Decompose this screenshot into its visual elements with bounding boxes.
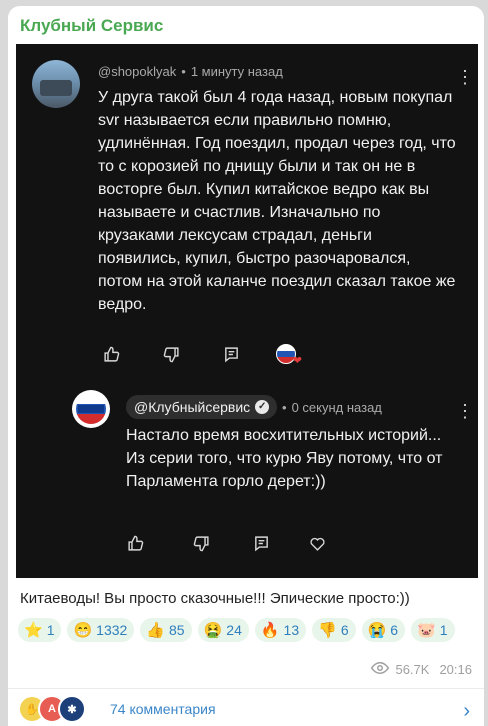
grin-icon: 😁: [73, 621, 93, 639]
logo-band: [78, 405, 104, 413]
reply-author: @Клубныйсервис: [134, 399, 251, 415]
message-card: Клубный Сервис @shopoklyak • 1 минуту наза…: [8, 6, 484, 726]
comment-meta: @shopoklyak • 1 минуту назад: [98, 64, 283, 79]
verified-check-icon: ✓: [255, 400, 270, 414]
reaction-count: 13: [283, 622, 300, 638]
meta-separator: •: [282, 400, 287, 415]
reply-meta: • 0 секунд назад: [282, 400, 382, 415]
reply-actions: [126, 534, 326, 552]
thumbs-up-icon: 👍: [146, 621, 166, 639]
pig-icon: 🐷: [417, 621, 436, 639]
comment-author[interactable]: @shopoklyak: [98, 64, 176, 79]
fire-icon: 🔥: [260, 621, 280, 639]
reaction-count: 6: [340, 622, 349, 638]
reaction-count: 1: [46, 622, 55, 638]
divider: [8, 688, 484, 689]
comments-button[interactable]: ✋ A ✱ 74 комментария ›: [18, 694, 474, 724]
commenter-avatars: ✋ A ✱: [18, 695, 102, 723]
reaction-thumbs-down[interactable]: 👎 6: [312, 618, 356, 642]
crying-icon: 😭: [367, 621, 387, 639]
commenter-avatar[interactable]: [32, 60, 80, 108]
reply-icon[interactable]: [222, 345, 240, 363]
reply-icon[interactable]: [252, 534, 270, 552]
reaction-count: 1332: [96, 622, 128, 638]
commenter-avatar: ✱: [58, 695, 86, 723]
reactions-bar: ⭐ 1 😁 1332 👍 85 🤮 24 🔥 13 👎 6 😭 6 🐷 1: [18, 618, 478, 642]
reply-text: Настало время восхитительных историй... …: [126, 427, 443, 490]
reply-avatar[interactable]: [72, 390, 110, 428]
reaction-count: 1: [439, 622, 448, 638]
comment-time: 1 минуту назад: [190, 64, 283, 79]
reaction-fire[interactable]: 🔥 13: [254, 618, 307, 642]
media-screenshot[interactable]: @shopoklyak • 1 минуту назад ⋮ У друга так…: [16, 44, 478, 578]
post-caption: Китаеводы! Вы просто сказочные!!! Эпичес…: [20, 590, 410, 607]
chevron-right-icon: ›: [463, 700, 470, 722]
post-time: 20:16: [439, 662, 472, 677]
thumbs-up-icon[interactable]: [102, 345, 120, 363]
vomit-icon: 🤮: [203, 621, 223, 639]
avatar-image: [40, 80, 72, 96]
reaction-star[interactable]: ⭐ 1: [18, 618, 62, 642]
reply-author-chip[interactable]: @Клубныйсервис ✓: [126, 395, 278, 419]
heart-icon[interactable]: [308, 534, 326, 552]
reaction-pig[interactable]: 🐷 1: [411, 618, 455, 642]
thumbs-up-icon[interactable]: [126, 534, 144, 552]
club-logo-icon: [76, 394, 106, 424]
thumbs-down-icon[interactable]: [162, 345, 180, 363]
heart-icon: ❤: [292, 355, 302, 367]
comments-count-label: 74 комментария: [110, 701, 216, 717]
reply-more-options-icon[interactable]: ⋮: [456, 402, 474, 420]
reaction-vomit[interactable]: 🤮 24: [197, 618, 249, 642]
creator-heart-avatar: ❤: [276, 344, 302, 367]
view-count: 56.7K: [395, 662, 430, 677]
channel-title[interactable]: Клубный Сервис: [20, 16, 163, 36]
eye-icon: [371, 661, 390, 677]
thumbs-down-icon[interactable]: [192, 534, 210, 552]
star-icon: ⭐: [24, 621, 43, 639]
thumbs-down-icon: 👎: [318, 621, 337, 639]
comment-text: У друга такой был 4 года назад, новым по…: [98, 89, 456, 313]
comment-actions: ❤: [102, 344, 302, 367]
reaction-count: 24: [226, 622, 242, 638]
post-meta: 56.7K 20:16: [371, 661, 472, 677]
reaction-thumbs-up[interactable]: 👍 85: [140, 618, 192, 642]
reaction-grin[interactable]: 😁 1332: [67, 618, 135, 642]
reaction-count: 6: [390, 622, 399, 638]
reaction-crying[interactable]: 😭 6: [361, 618, 406, 642]
meta-separator: •: [181, 64, 186, 79]
more-options-icon[interactable]: ⋮: [456, 68, 474, 86]
reply-time: 0 секунд назад: [291, 400, 382, 415]
reaction-count: 85: [169, 622, 185, 638]
